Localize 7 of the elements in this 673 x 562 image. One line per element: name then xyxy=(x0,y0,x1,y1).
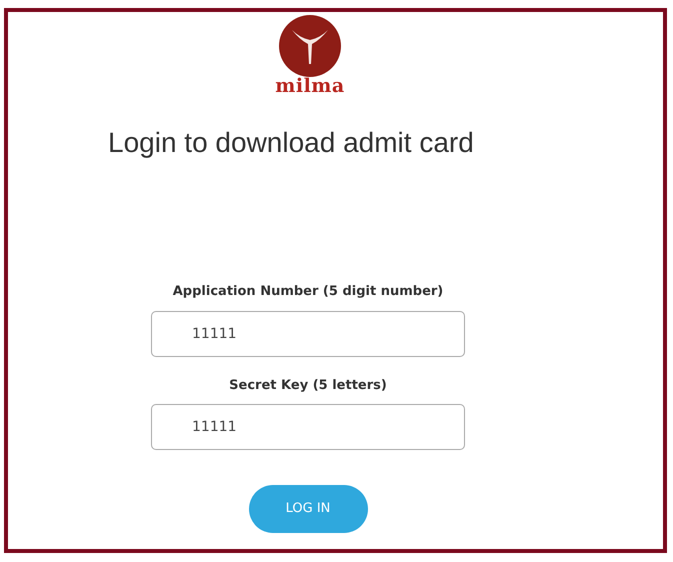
field-label: Secret Key (5 letters) xyxy=(228,376,388,394)
page-title: Login to download admit card xyxy=(108,126,475,160)
field-label: Application Number (5 digit number) xyxy=(172,283,444,301)
logo-icon xyxy=(278,14,342,78)
input-field[interactable]: 11111 xyxy=(151,404,465,450)
input-field[interactable]: 11111 xyxy=(151,310,465,356)
logo-text: milma xyxy=(275,76,345,96)
